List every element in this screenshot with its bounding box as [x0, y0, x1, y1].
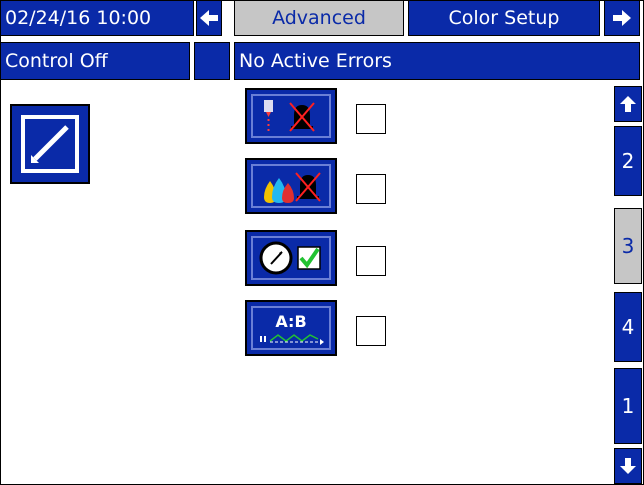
tab-advanced-label: Advanced — [272, 7, 366, 29]
ratio-ab-text: A:B — [275, 312, 306, 331]
side-tab-1-label: 1 — [621, 394, 635, 418]
gauge-check-icon — [251, 236, 331, 280]
arrow-up-icon — [620, 96, 636, 112]
tab-color-setup-label: Color Setup — [448, 7, 560, 29]
dispense-alarm-muted-icon — [251, 94, 331, 138]
color-alarm-checkbox[interactable] — [356, 174, 386, 204]
gauge-check-option[interactable] — [245, 230, 337, 286]
error-status: No Active Errors — [234, 42, 640, 80]
edit-pencil-icon — [21, 115, 79, 173]
side-tab-4-label: 4 — [621, 315, 635, 339]
color-alarm-muted-icon — [251, 164, 331, 208]
gauge-check-checkbox[interactable] — [356, 246, 386, 276]
edit-button[interactable] — [10, 104, 90, 184]
side-tab-2-label: 2 — [621, 149, 635, 173]
dispense-alarm-option[interactable] — [245, 88, 337, 144]
arrow-right-icon — [613, 10, 631, 26]
side-tab-1[interactable]: 1 — [614, 368, 642, 444]
tab-color-setup[interactable]: Color Setup — [408, 0, 600, 36]
ratio-ab-icon: A:B — [251, 306, 331, 350]
ratio-checkbox[interactable] — [356, 316, 386, 346]
color-alarm-option[interactable] — [245, 158, 337, 214]
status-indicator — [194, 42, 230, 80]
datetime-display: 02/24/16 10:00 — [0, 0, 194, 36]
arrow-left-icon — [200, 10, 218, 26]
side-tab-2[interactable]: 2 — [614, 126, 642, 196]
side-tab-3-label: 3 — [621, 234, 635, 258]
nav-left-button[interactable] — [196, 0, 222, 36]
scroll-down-button[interactable] — [614, 448, 642, 484]
control-status: Control Off — [0, 42, 190, 80]
dispense-alarm-checkbox[interactable] — [356, 104, 386, 134]
nav-right-button[interactable] — [604, 0, 640, 36]
ratio-option[interactable]: A:B — [245, 300, 337, 356]
side-tab-4[interactable]: 4 — [614, 292, 642, 362]
tab-advanced[interactable]: Advanced — [234, 0, 404, 36]
side-tab-3[interactable]: 3 — [614, 208, 642, 284]
arrow-down-icon — [620, 458, 636, 474]
scroll-up-button[interactable] — [614, 86, 642, 122]
